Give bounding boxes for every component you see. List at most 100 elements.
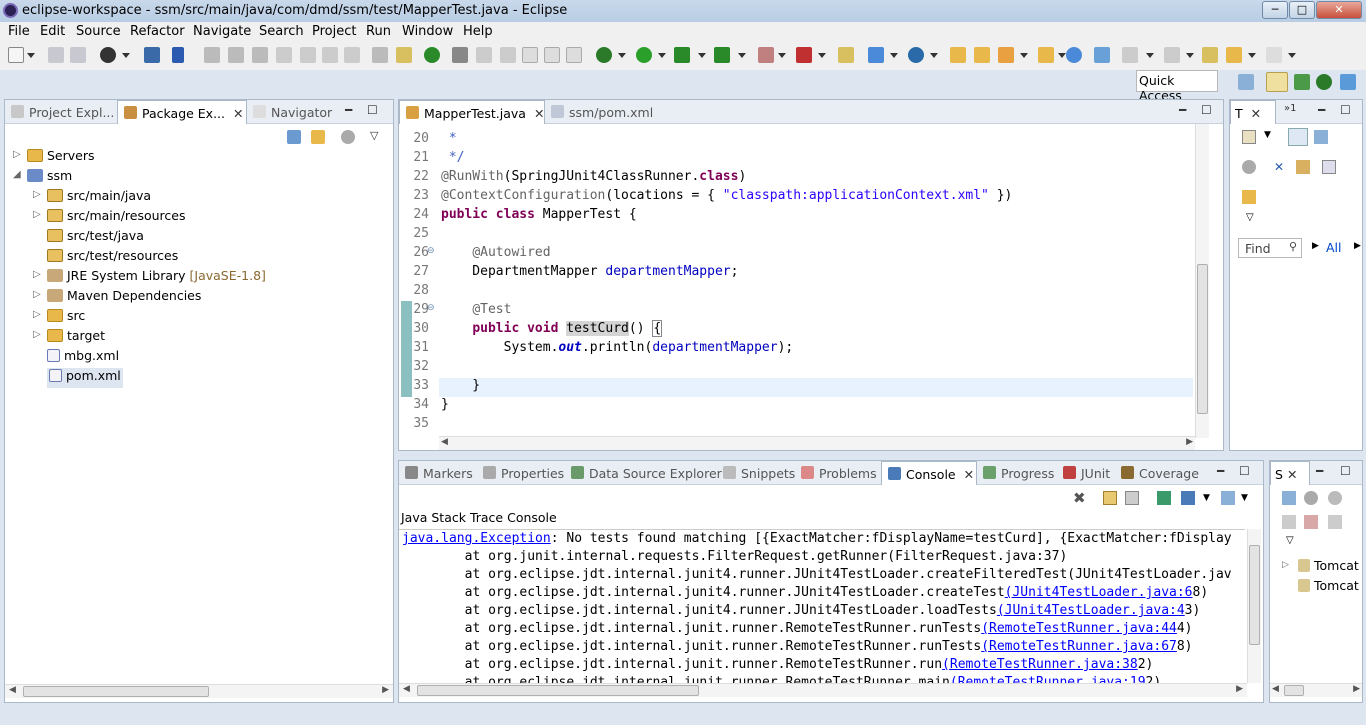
tab-pom-xml[interactable]: ssm/pom.xml — [545, 100, 665, 124]
minimize-icon[interactable]: ━ — [1217, 464, 1224, 478]
tree-item-pom-xml[interactable]: pom.xml — [47, 368, 123, 388]
menu-search[interactable]: Search — [259, 24, 304, 39]
tree-item-target[interactable]: ▷ target — [33, 328, 105, 348]
menu-run[interactable]: Run — [366, 24, 391, 39]
word-wrap-icon[interactable] — [1125, 491, 1139, 505]
open-task-icon[interactable] — [974, 47, 990, 63]
coverage-icon[interactable] — [674, 47, 690, 63]
search-next-icon[interactable] — [476, 47, 492, 63]
scroll-lock-icon[interactable] — [1103, 491, 1117, 505]
new-task-icon[interactable] — [1242, 130, 1256, 144]
collapsed-arrow-icon[interactable]: ▷ — [33, 189, 41, 200]
menu-edit[interactable]: Edit — [40, 24, 65, 39]
tab-navigator[interactable]: Navigator — [247, 100, 347, 124]
find-input[interactable]: Find ⚲ — [1238, 238, 1302, 258]
external-tools-icon[interactable] — [796, 47, 812, 63]
new-wizard-icon[interactable] — [838, 47, 854, 63]
stop-server-icon[interactable] — [758, 47, 774, 63]
tree-item-src-test-java[interactable]: src/test/java — [47, 228, 144, 248]
scroll-thumb[interactable] — [1197, 264, 1208, 414]
tree-item-src-main-java[interactable]: ▷ src/main/java — [33, 188, 151, 208]
quick-access-input[interactable]: Quick Access — [1136, 70, 1218, 103]
horizontal-scrollbar[interactable]: ◀ ▶ — [439, 436, 1195, 450]
expanded-arrow-icon[interactable]: ◢ — [13, 169, 21, 180]
profile-icon[interactable] — [100, 47, 116, 63]
tab-problems[interactable]: Problems — [795, 461, 881, 485]
open-folder-icon[interactable] — [1038, 47, 1054, 63]
tab-progress[interactable]: Progress — [977, 461, 1057, 485]
tree-item-src-test-resources[interactable]: src/test/resources — [47, 248, 178, 268]
server-item[interactable]: Tomcat — [1298, 578, 1359, 598]
menu-help[interactable]: Help — [463, 24, 493, 39]
focus-task-icon[interactable] — [341, 130, 355, 144]
collapsed-arrow-icon[interactable]: ▷ — [33, 269, 41, 280]
git-perspective-icon[interactable] — [1340, 74, 1356, 90]
fold-icon[interactable]: ⊖ — [427, 246, 435, 256]
hide-fields-icon[interactable]: ✕ — [1274, 160, 1288, 174]
tab-junit[interactable]: JUnit — [1057, 461, 1115, 485]
last-edit-icon[interactable] — [522, 47, 538, 63]
drop-frame-icon[interactable] — [372, 47, 388, 63]
chevron-down-icon[interactable]: ▼ — [1264, 130, 1271, 140]
maximize-icon[interactable]: ☐ — [1340, 464, 1351, 478]
debug-icon[interactable] — [596, 47, 612, 63]
tab-project-explorer[interactable]: Project Expl... — [5, 100, 117, 124]
minimize-button[interactable]: ─ — [1262, 1, 1288, 19]
collapse-all-icon[interactable] — [1282, 491, 1296, 505]
menu-refactor[interactable]: Refactor — [130, 24, 185, 39]
exception-link[interactable]: java.lang.Exception — [402, 531, 551, 546]
resume-icon[interactable] — [204, 47, 220, 63]
chevron-down-icon[interactable]: ▼ — [1241, 493, 1248, 503]
menu-project[interactable]: Project — [312, 24, 356, 39]
terminate-icon[interactable] — [252, 47, 268, 63]
display-console-icon[interactable] — [1181, 491, 1195, 505]
maximize-button[interactable]: □ — [1289, 1, 1315, 19]
stop-server-icon[interactable] — [1304, 515, 1318, 529]
minimize-icon[interactable]: ━ — [1316, 464, 1323, 478]
run-icon[interactable] — [636, 47, 652, 63]
maximize-icon[interactable]: ☐ — [1201, 103, 1212, 117]
tab-servers[interactable]: S ✕ — [1270, 461, 1310, 485]
chevron-down-icon[interactable]: ▼ — [1203, 493, 1210, 503]
globe-icon[interactable] — [1066, 47, 1082, 63]
close-icon[interactable]: ✕ — [233, 106, 243, 121]
close-icon[interactable]: ✕ — [964, 467, 974, 482]
source-link[interactable]: (RemoteTestRunner.java:38 — [942, 657, 1138, 672]
filter-all-link[interactable]: All — [1326, 240, 1342, 255]
collapsed-arrow-icon[interactable]: ▷ — [13, 149, 21, 160]
minimize-icon[interactable]: ━ — [345, 103, 352, 117]
tree-item-ssm[interactable]: ◢ ssm — [13, 168, 72, 188]
tree-item-mbg-xml[interactable]: mbg.xml — [47, 348, 119, 368]
source-link[interactable]: (RemoteTestRunner.java:67 — [981, 639, 1177, 654]
close-icon[interactable]: ✕ — [534, 106, 544, 121]
open-console-icon[interactable] — [1221, 491, 1235, 505]
menu-navigate[interactable]: Navigate — [193, 24, 251, 39]
tab-console[interactable]: Console ✕ — [881, 461, 977, 485]
play-icon[interactable]: ▶ — [1354, 241, 1361, 251]
spring-icon[interactable] — [424, 47, 440, 63]
source-link[interactable]: (RemoteTestRunner.java:44 — [981, 621, 1177, 636]
terminal-icon[interactable] — [144, 47, 160, 63]
tab-package-explorer[interactable]: Package Ex... ✕ — [117, 100, 247, 124]
tab-properties[interactable]: Properties — [477, 461, 565, 485]
refresh-icon[interactable] — [1094, 47, 1110, 63]
play-icon[interactable]: ▶ — [1312, 241, 1319, 251]
disconnect-icon[interactable] — [276, 47, 292, 63]
scroll-thumb[interactable] — [23, 686, 209, 697]
tab-snippets[interactable]: Snippets — [717, 461, 795, 485]
maximize-icon[interactable]: ☐ — [1340, 103, 1351, 117]
more-tabs-icon[interactable]: »1 — [1284, 103, 1296, 114]
collapsed-arrow-icon[interactable]: ▷ — [33, 209, 41, 220]
collapsed-arrow-icon[interactable]: ▷ — [33, 309, 41, 320]
skip-breakpoints-icon[interactable] — [172, 47, 184, 63]
source-link[interactable]: (JUnit4TestLoader.java:4 — [997, 603, 1185, 618]
use-step-filters-icon[interactable] — [396, 47, 412, 63]
open-perspective-icon[interactable] — [1238, 74, 1254, 90]
sync-icon[interactable] — [1242, 160, 1256, 174]
view-menu-icon[interactable]: ▽ — [1246, 212, 1254, 223]
maximize-icon[interactable]: ☐ — [367, 103, 378, 117]
collapse-all-icon[interactable] — [287, 130, 301, 144]
java-ee-perspective-icon[interactable] — [1266, 72, 1288, 92]
close-icon[interactable]: ✕ — [1251, 106, 1261, 121]
forward-icon[interactable] — [1266, 47, 1282, 63]
